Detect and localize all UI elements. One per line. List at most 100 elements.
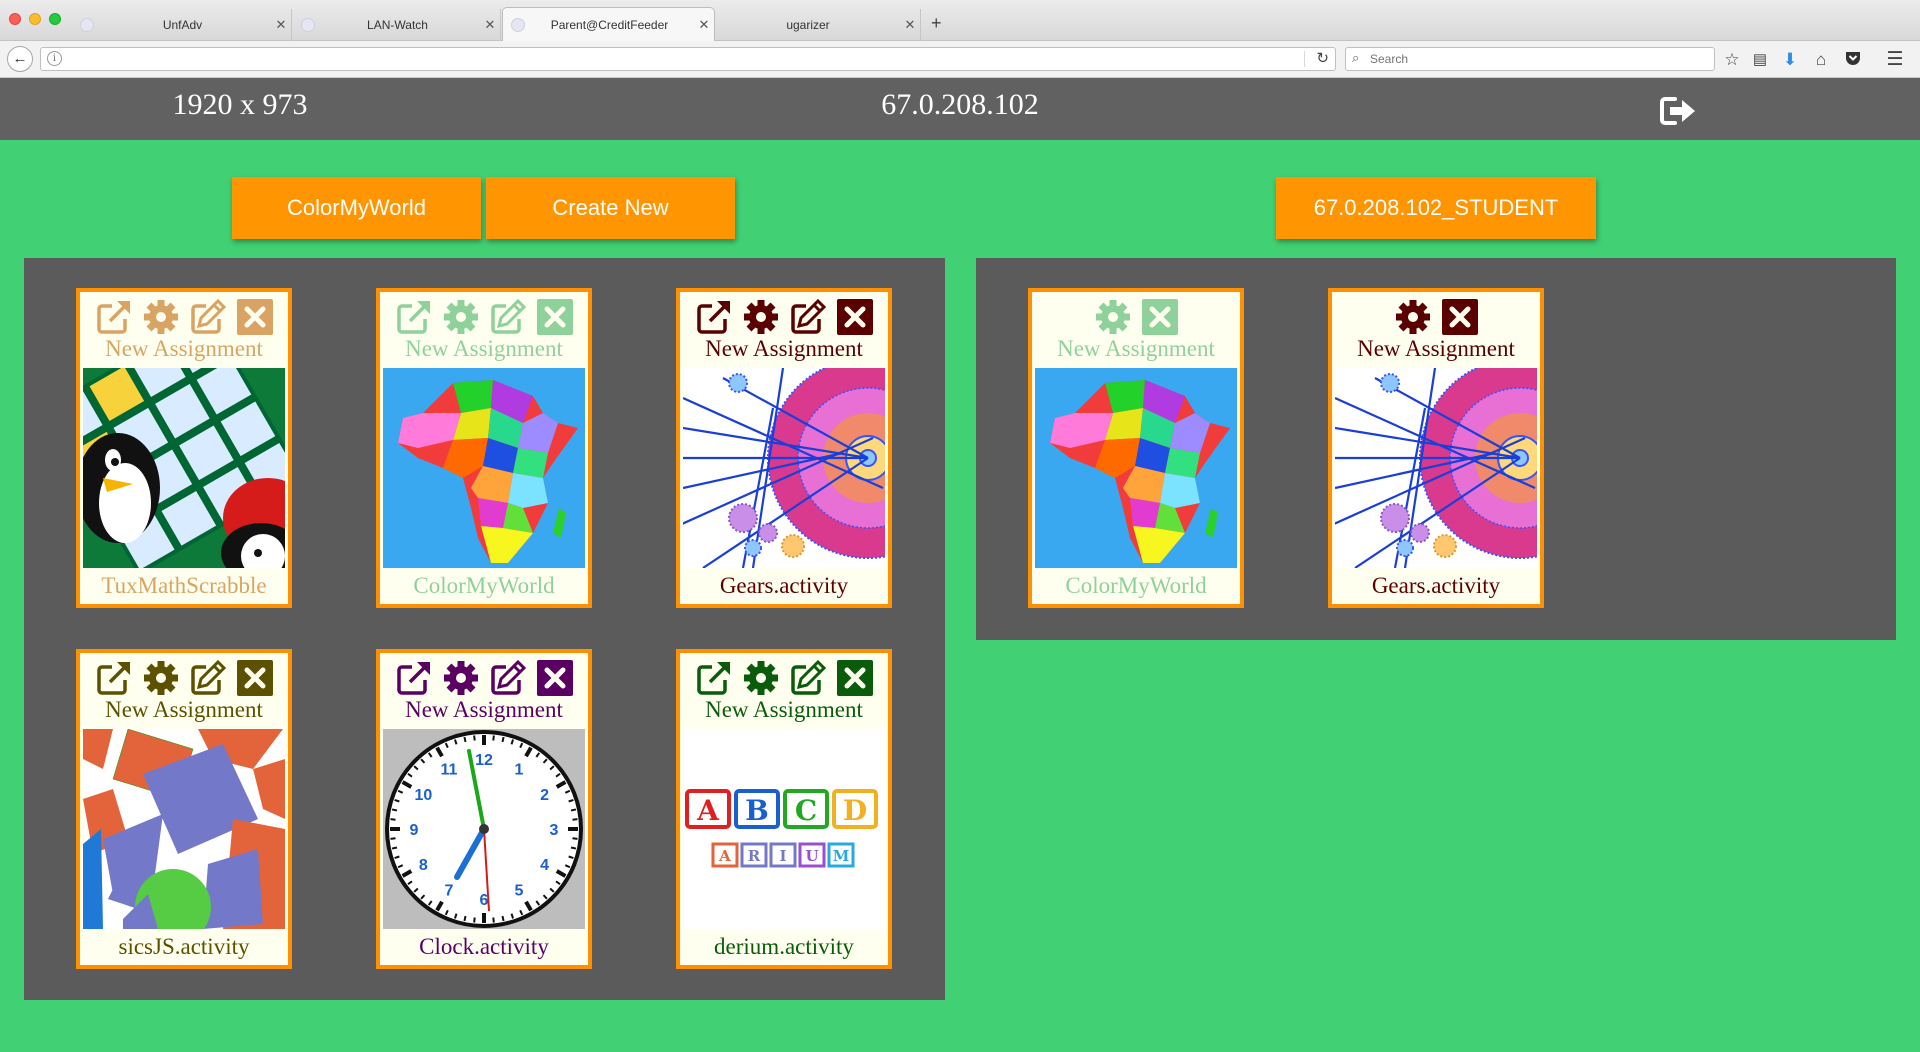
url-divider bbox=[1304, 51, 1305, 67]
create-new-button[interactable]: Create New bbox=[486, 177, 735, 239]
gear-icon[interactable] bbox=[742, 659, 780, 697]
search-icon: ⌕ bbox=[1352, 50, 1360, 65]
tab-close-icon[interactable]: ✕ bbox=[694, 17, 714, 33]
tab-close-icon[interactable]: ✕ bbox=[900, 17, 920, 33]
activity-thumbnail[interactable] bbox=[1335, 368, 1537, 568]
gear-icon[interactable] bbox=[1094, 298, 1132, 336]
delete-icon[interactable] bbox=[836, 298, 874, 336]
window-minimize-button[interactable] bbox=[29, 13, 41, 25]
tab-label: UnfAdv bbox=[162, 18, 203, 32]
edit-icon[interactable] bbox=[189, 298, 227, 336]
card-title: New Assignment bbox=[705, 336, 863, 361]
delete-icon[interactable] bbox=[836, 659, 874, 697]
activity-card[interactable]: New Assignment ColorMyWorld bbox=[376, 288, 592, 608]
open-icon[interactable] bbox=[695, 659, 733, 697]
activity-thumbnail[interactable] bbox=[683, 368, 885, 568]
card-title: New Assignment bbox=[105, 697, 263, 722]
activity-thumbnail[interactable] bbox=[383, 368, 585, 568]
card-title: New Assignment bbox=[1357, 336, 1515, 361]
delete-icon[interactable] bbox=[236, 659, 274, 697]
open-icon[interactable] bbox=[95, 298, 133, 336]
open-icon[interactable] bbox=[95, 659, 133, 697]
abc-block: A bbox=[685, 789, 731, 829]
card-toolbar bbox=[680, 298, 888, 336]
activity-card[interactable]: New Assignment sicsJS.activity bbox=[76, 649, 292, 969]
abc-small-letter: M bbox=[833, 847, 850, 865]
clock-numeral: 2 bbox=[540, 787, 549, 804]
browser-tab-2[interactable]: LAN-Watch ✕ bbox=[293, 9, 501, 41]
search-input[interactable] bbox=[1370, 48, 1700, 70]
activity-card[interactable]: New Assignment TuxMathScrabble bbox=[76, 288, 292, 608]
ip-address-label: 67.0.208.102 bbox=[881, 88, 1039, 121]
open-icon[interactable] bbox=[395, 659, 433, 697]
home-icon[interactable]: ⌂ bbox=[1810, 49, 1832, 71]
card-toolbar bbox=[80, 298, 288, 336]
edit-icon[interactable] bbox=[789, 659, 827, 697]
activity-card[interactable]: New Assignment ColorMyWorld bbox=[1028, 288, 1244, 608]
card-activity-name: sicsJS.activity bbox=[118, 934, 250, 959]
card-activity-name: TuxMathScrabble bbox=[101, 573, 267, 598]
activity-card[interactable]: New Assignment 12 1 2 3 4 5 6 7 8 9 10 11 Clock.act… bbox=[376, 649, 592, 969]
abc-letter: D bbox=[843, 794, 867, 827]
bookmark-star-icon[interactable]: ☆ bbox=[1721, 49, 1743, 71]
card-title: New Assignment bbox=[405, 697, 563, 722]
tab-close-icon[interactable]: ✕ bbox=[480, 17, 500, 33]
card-title: New Assignment bbox=[1057, 336, 1215, 361]
window-maximize-button[interactable] bbox=[49, 13, 61, 25]
gear-icon[interactable] bbox=[442, 298, 480, 336]
browser-tab-3[interactable]: Parent@CreditFeeder ✕ bbox=[502, 7, 715, 41]
gear-icon[interactable] bbox=[142, 659, 180, 697]
activity-thumbnail[interactable] bbox=[1035, 368, 1237, 568]
reload-icon[interactable]: ↻ bbox=[1316, 49, 1329, 67]
menu-hamburger-icon[interactable]: ☰ bbox=[1884, 49, 1906, 71]
gear-icon[interactable] bbox=[442, 659, 480, 697]
activity-card[interactable]: New Assignment Gears.activity bbox=[676, 288, 892, 608]
clock-numeral: 7 bbox=[445, 883, 454, 900]
back-arrow-icon[interactable]: ← bbox=[7, 46, 33, 72]
search-bar[interactable]: ⌕ bbox=[1345, 47, 1715, 71]
browser-tab-4[interactable]: ugarizer ✕ bbox=[716, 9, 921, 41]
activity-card[interactable]: New Assignment Gears.activity bbox=[1328, 288, 1544, 608]
delete-icon[interactable] bbox=[536, 298, 574, 336]
card-toolbar bbox=[380, 298, 588, 336]
activity-thumbnail[interactable]: 12 1 2 3 4 5 6 7 8 9 10 11 bbox=[383, 729, 585, 929]
delete-icon[interactable] bbox=[536, 659, 574, 697]
delete-icon[interactable] bbox=[236, 298, 274, 336]
browser-tab-1[interactable]: UnfAdv ✕ bbox=[72, 9, 292, 41]
activity-thumbnail[interactable]: ABCDARIUM bbox=[683, 729, 885, 929]
tab-favicon bbox=[301, 18, 315, 32]
url-bar[interactable]: i ↻ bbox=[40, 47, 1336, 71]
edit-icon[interactable] bbox=[189, 659, 227, 697]
reading-list-icon[interactable]: ▤ bbox=[1749, 49, 1771, 71]
card-toolbar bbox=[1332, 298, 1540, 336]
colormyworld-button[interactable]: ColorMyWorld bbox=[232, 177, 481, 239]
open-icon[interactable] bbox=[395, 298, 433, 336]
edit-icon[interactable] bbox=[489, 659, 527, 697]
gear-icon[interactable] bbox=[1394, 298, 1432, 336]
abc-letter: B bbox=[745, 794, 769, 827]
delete-icon[interactable] bbox=[1441, 298, 1479, 336]
window-close-button[interactable] bbox=[9, 13, 21, 25]
abc-letter: A bbox=[696, 794, 720, 827]
activity-thumbnail[interactable] bbox=[83, 729, 285, 929]
download-icon[interactable]: ⬇ bbox=[1779, 49, 1801, 71]
student-button[interactable]: 67.0.208.102_STUDENT bbox=[1276, 177, 1596, 239]
delete-icon[interactable] bbox=[1141, 298, 1179, 336]
clock-numeral: 5 bbox=[515, 883, 524, 900]
activity-thumbnail[interactable] bbox=[83, 368, 285, 568]
gear-icon[interactable] bbox=[742, 298, 780, 336]
edit-icon[interactable] bbox=[789, 298, 827, 336]
new-tab-button[interactable]: + bbox=[931, 13, 942, 34]
gear-icon[interactable] bbox=[142, 298, 180, 336]
browser-tab-bar: UnfAdv ✕ LAN-Watch ✕ Parent@CreditFeeder… bbox=[0, 0, 1920, 41]
activity-card[interactable]: New Assignment A B C D A R I U Mderium.activity bbox=[676, 649, 892, 969]
logout-icon[interactable] bbox=[1659, 95, 1699, 127]
card-activity-name: Gears.activity bbox=[719, 573, 849, 598]
info-icon[interactable]: i bbox=[47, 51, 62, 66]
abc-small-letter: A bbox=[718, 847, 731, 865]
card-activity-name: Gears.activity bbox=[1371, 573, 1501, 598]
tab-close-icon[interactable]: ✕ bbox=[271, 17, 291, 33]
pocket-icon[interactable] bbox=[1842, 49, 1864, 71]
open-icon[interactable] bbox=[695, 298, 733, 336]
edit-icon[interactable] bbox=[489, 298, 527, 336]
